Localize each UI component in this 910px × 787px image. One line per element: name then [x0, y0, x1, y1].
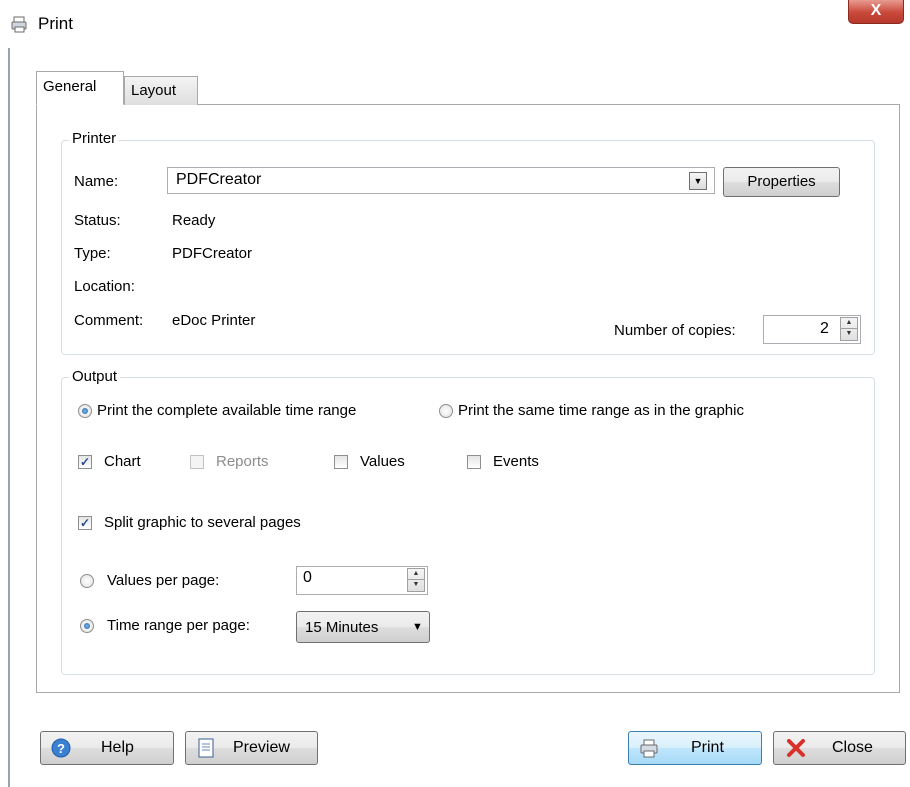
range-complete-radio[interactable] [78, 404, 92, 418]
help-icon: ? [51, 738, 71, 758]
comment-label: Comment: [74, 312, 144, 329]
copies-label: Number of copies: [614, 322, 736, 339]
events-checkbox[interactable] [467, 455, 481, 469]
help-label: Help [101, 739, 134, 756]
printer-icon [11, 16, 27, 33]
help-button[interactable]: ? Help [40, 731, 174, 765]
values-per-page-radio[interactable] [80, 574, 94, 588]
window-title: Print [38, 14, 73, 33]
printer-icon [640, 739, 658, 758]
chart-label[interactable]: Chart [104, 453, 141, 470]
time-range-per-page-value: 15 Minutes [305, 619, 379, 636]
status-label: Status: [74, 212, 121, 229]
chevron-down-icon[interactable]: ▼ [689, 172, 707, 190]
output-group-legend: Output [69, 368, 121, 385]
time-range-per-page-label[interactable]: Time range per page: [107, 617, 250, 634]
print-label: Print [691, 739, 724, 756]
tab-general[interactable]: General [36, 71, 124, 105]
copies-spin-buttons[interactable]: ▲ ▼ [840, 317, 858, 341]
values-checkbox[interactable] [334, 455, 348, 469]
comment-value: eDoc Printer [172, 312, 256, 329]
printer-name-value: PDFCreator [176, 171, 262, 188]
time-range-per-page-radio[interactable] [80, 619, 94, 633]
preview-button[interactable]: Preview [185, 731, 318, 765]
range-graphic-label[interactable]: Print the same time range as in the grap… [458, 402, 744, 419]
preview-label: Preview [233, 739, 290, 756]
reports-label: Reports [216, 453, 269, 470]
split-graphic-checkbox[interactable]: ✓ [78, 516, 92, 530]
print-button[interactable]: Print [628, 731, 762, 765]
arrow-up-icon[interactable]: ▲ [408, 569, 424, 580]
window-close-button[interactable]: X [848, 0, 904, 24]
window-border [8, 48, 10, 787]
close-icon [787, 739, 805, 757]
copies-value: 2 [820, 320, 829, 337]
arrow-down-icon[interactable]: ▼ [408, 580, 424, 591]
close-label: Close [832, 739, 873, 756]
close-button[interactable]: Close [773, 731, 906, 765]
name-label: Name: [74, 173, 119, 190]
tab-layout[interactable]: Layout [124, 76, 198, 105]
arrow-up-icon[interactable]: ▲ [841, 318, 857, 329]
chart-checkbox[interactable]: ✓ [78, 455, 92, 469]
svg-text:?: ? [57, 741, 65, 756]
values-label[interactable]: Values [360, 453, 405, 470]
arrow-down-icon[interactable]: ▼ [841, 329, 857, 340]
events-label[interactable]: Events [493, 453, 539, 470]
range-graphic-radio[interactable] [439, 404, 453, 418]
status-value: Ready [172, 212, 216, 229]
document-icon [198, 738, 214, 758]
values-per-page-spin-buttons[interactable]: ▲ ▼ [407, 568, 425, 592]
title-bar [0, 0, 910, 48]
values-per-page-label[interactable]: Values per page: [107, 572, 219, 589]
chevron-down-icon[interactable]: ▼ [412, 621, 423, 633]
printer-group-legend: Printer [69, 130, 120, 147]
split-graphic-label[interactable]: Split graphic to several pages [104, 514, 301, 531]
type-value: PDFCreator [172, 245, 253, 262]
type-label: Type: [74, 245, 111, 262]
location-label: Location: [74, 278, 135, 295]
values-per-page-value: 0 [303, 569, 312, 586]
range-complete-label[interactable]: Print the complete available time range [97, 402, 356, 419]
reports-checkbox[interactable] [190, 455, 204, 469]
properties-button[interactable]: Properties [723, 167, 840, 197]
